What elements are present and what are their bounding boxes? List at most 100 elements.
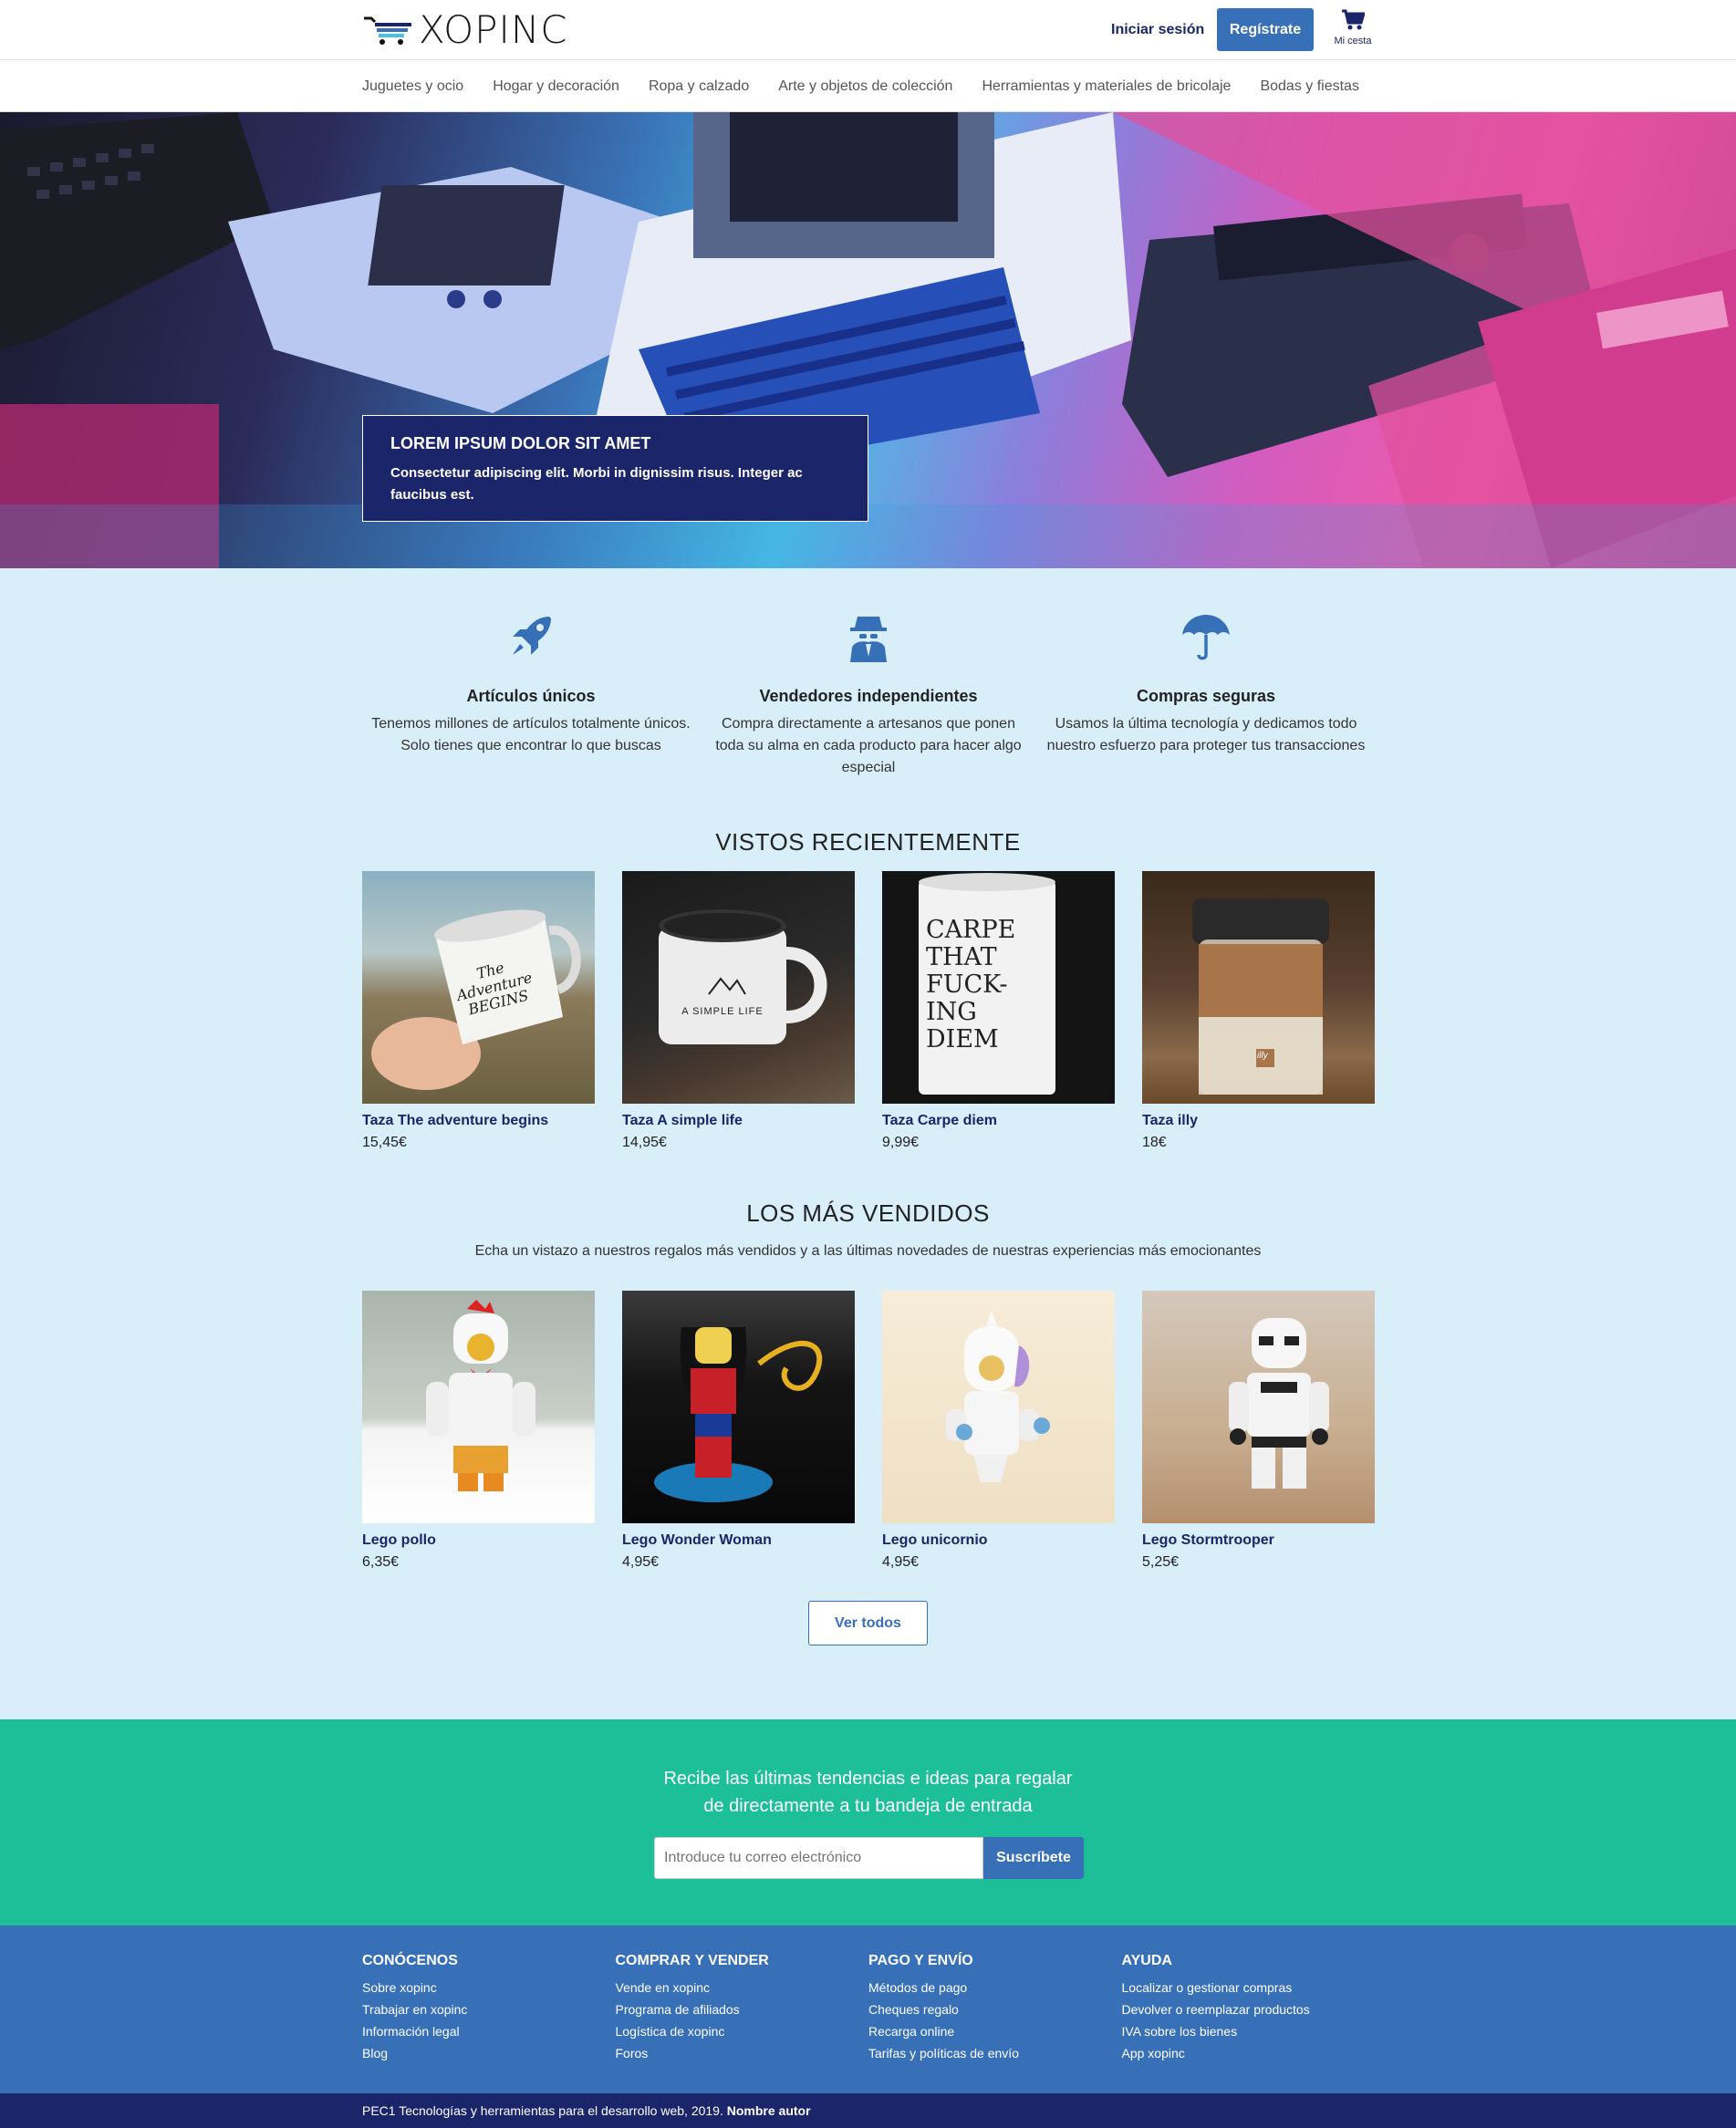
- newsletter-title: Recibe las últimas tendencias e ideas pa…: [0, 1765, 1736, 1820]
- category-weddings[interactable]: Bodas y fiestas: [1260, 78, 1359, 95]
- feature-title: Artículos únicos: [466, 687, 596, 705]
- product-name[interactable]: Lego pollo: [362, 1532, 595, 1549]
- product-image[interactable]: A SIMPLE LIFE: [622, 871, 855, 1104]
- cart-logo-icon: [364, 16, 411, 45]
- product-image[interactable]: illy: [1142, 871, 1375, 1104]
- category-art[interactable]: Arte y objetos de colección: [778, 78, 952, 95]
- footer-column-about: CONÓCENOS Sobre xopinc Trabajar en xopin…: [362, 1953, 616, 2064]
- product-card[interactable]: Lego pollo 6,35€: [362, 1291, 595, 1571]
- newsletter-title-line1: Recibe las últimas tendencias e ideas pa…: [663, 1769, 1073, 1789]
- footer-link[interactable]: App xopinc: [1122, 2042, 1376, 2064]
- lego-unicorn-illustration: [946, 1309, 1050, 1482]
- feature-text: Usamos la última tecnología y dedicamos …: [1046, 716, 1366, 753]
- product-name[interactable]: Lego Stormtrooper: [1142, 1532, 1375, 1549]
- product-name[interactable]: Lego Wonder Woman: [622, 1532, 855, 1549]
- product-price: 4,95€: [622, 1554, 660, 1570]
- mug-text: CARPE THAT FUCK- ING DIEM: [926, 916, 1016, 1054]
- product-price: 5,25€: [1142, 1554, 1180, 1570]
- mug-text: illy: [1257, 1051, 1268, 1061]
- product-price: 15,45€: [362, 1135, 407, 1150]
- register-button[interactable]: Regístrate: [1217, 8, 1314, 51]
- footer-link[interactable]: Cheques regalo: [868, 1998, 1122, 2020]
- umbrella-icon: [1182, 615, 1230, 660]
- cart-label: Mi cesta: [1334, 36, 1372, 47]
- bestsellers-subtitle: Echa un vistazo a nuestros regalos más v…: [474, 1243, 1262, 1259]
- footer-heading: CONÓCENOS: [362, 1953, 458, 1968]
- recent-title: VISTOS RECIENTEMENTE: [715, 828, 1021, 856]
- product-card[interactable]: illy Taza illy 18€: [1142, 871, 1375, 1151]
- product-name[interactable]: Taza The adventure begins: [362, 1113, 595, 1129]
- newsletter-form: Suscríbete: [654, 1837, 1084, 1879]
- product-name[interactable]: Taza Carpe diem: [882, 1113, 1115, 1129]
- view-all-button[interactable]: Ver todos: [808, 1601, 928, 1645]
- footer-link[interactable]: Trabajar en xopinc: [362, 1998, 616, 2020]
- product-price: 6,35€: [362, 1554, 400, 1570]
- lego-wonder-woman-illustration: [654, 1327, 823, 1502]
- product-name[interactable]: Lego unicornio: [882, 1532, 1115, 1549]
- bestseller-products: Lego pollo 6,35€ Lego Wonder Woman 4,95€: [362, 1291, 1375, 1571]
- footer-link[interactable]: Métodos de pago: [868, 1977, 1122, 1998]
- product-price: 14,95€: [622, 1135, 667, 1150]
- rocket-icon: [513, 617, 551, 655]
- product-name[interactable]: Taza illy: [1142, 1113, 1375, 1129]
- product-card[interactable]: Lego Wonder Woman 4,95€: [622, 1291, 855, 1571]
- category-toys[interactable]: Juguetes y ocio: [362, 78, 463, 95]
- footer-link[interactable]: Información legal: [362, 2020, 616, 2042]
- mug-simple-life-illustration: [659, 909, 827, 1044]
- feature-sellers: Vendedores independientes Compra directa…: [700, 609, 1037, 779]
- product-card[interactable]: Lego unicornio 4,95€: [882, 1291, 1115, 1571]
- footer-link[interactable]: Tarifas y políticas de envío: [868, 2042, 1122, 2064]
- footer-link[interactable]: Recarga online: [868, 2020, 1122, 2042]
- lego-stormtrooper-illustration: [1229, 1318, 1329, 1489]
- product-image[interactable]: [622, 1291, 855, 1523]
- footer-link[interactable]: Sobre xopinc: [362, 1977, 616, 1998]
- product-image[interactable]: The Adventure BEGINS: [362, 871, 595, 1104]
- footer-link[interactable]: Localizar o gestionar compras: [1122, 1977, 1376, 1998]
- footer-link[interactable]: Devolver o reemplazar productos: [1122, 1998, 1376, 2020]
- feature-title: Vendedores independientes: [759, 687, 978, 705]
- subscribe-button[interactable]: Suscríbete: [983, 1837, 1084, 1879]
- product-image[interactable]: [1142, 1291, 1375, 1523]
- category-tools[interactable]: Herramientas y materiales de bricolaje: [982, 78, 1231, 95]
- cart-button[interactable]: Mi cesta: [1330, 9, 1376, 47]
- product-price: 4,95€: [882, 1554, 920, 1570]
- product-image[interactable]: [882, 1291, 1115, 1523]
- footer-link[interactable]: Programa de afiliados: [616, 1998, 869, 2020]
- footer-link[interactable]: Vende en xopinc: [616, 1977, 869, 1998]
- feature-text: Compra directamente a artesanos que pone…: [715, 716, 1022, 775]
- product-card[interactable]: Lego Stormtrooper 5,25€: [1142, 1291, 1375, 1571]
- footer-link[interactable]: Logística de xopinc: [616, 2020, 869, 2042]
- hero-caption: LOREM IPSUM DOLOR SIT AMET Consectetur a…: [362, 415, 868, 522]
- spy-icon: [850, 617, 887, 662]
- category-home[interactable]: Hogar y decoración: [493, 78, 619, 95]
- feature-title: Compras seguras: [1136, 687, 1276, 705]
- feature-secure: Compras seguras Usamos la última tecnolo…: [1037, 609, 1375, 779]
- hero-subtitle: Consectetur adipiscing elit. Morbi in di…: [390, 465, 803, 503]
- product-name[interactable]: Taza A simple life: [622, 1113, 855, 1129]
- footer-heading: COMPRAR Y VENDER: [615, 1953, 769, 1968]
- top-header: XOPINC Iniciar sesión Regístrate Mi cest…: [0, 0, 1736, 60]
- product-price: 9,99€: [882, 1135, 920, 1150]
- footer-column-buy-sell: COMPRAR Y VENDER Vende en xopinc Program…: [616, 1953, 869, 2064]
- bestsellers-title: LOS MÁS VENDIDOS: [746, 1199, 990, 1227]
- footer-link[interactable]: IVA sobre los bienes: [1122, 2020, 1376, 2042]
- login-link[interactable]: Iniciar sesión: [1111, 22, 1204, 38]
- email-input[interactable]: [654, 1837, 983, 1879]
- footer-link[interactable]: Blog: [362, 2042, 616, 2064]
- product-card[interactable]: The Adventure BEGINS Taza The adventure …: [362, 871, 595, 1151]
- category-clothing[interactable]: Ropa y calzado: [649, 78, 749, 95]
- product-card[interactable]: A SIMPLE LIFE Taza A simple life 14,95€: [622, 871, 855, 1151]
- product-image[interactable]: [362, 1291, 595, 1523]
- footer-link[interactable]: Foros: [616, 2042, 869, 2064]
- product-image[interactable]: CARPE THAT FUCK- ING DIEM: [882, 871, 1115, 1104]
- features-row: Artículos únicos Tenemos millones de art…: [362, 609, 1375, 779]
- recent-products: The Adventure BEGINS Taza The adventure …: [362, 871, 1375, 1151]
- copyright-text: PEC1 Tecnologías y herramientas para el …: [362, 2103, 811, 2118]
- product-card[interactable]: CARPE THAT FUCK- ING DIEM Taza Carpe die…: [882, 871, 1115, 1151]
- footer-column-help: AYUDA Localizar o gestionar compras Devo…: [1122, 1953, 1376, 2064]
- cup-illy-illustration: [1192, 898, 1329, 1095]
- hero-title: LOREM IPSUM DOLOR SIT AMET: [390, 434, 651, 452]
- logo[interactable]: XOPINC: [362, 7, 568, 52]
- footer-heading: AYUDA: [1121, 1953, 1172, 1968]
- logo-text: XOPINC: [419, 7, 568, 52]
